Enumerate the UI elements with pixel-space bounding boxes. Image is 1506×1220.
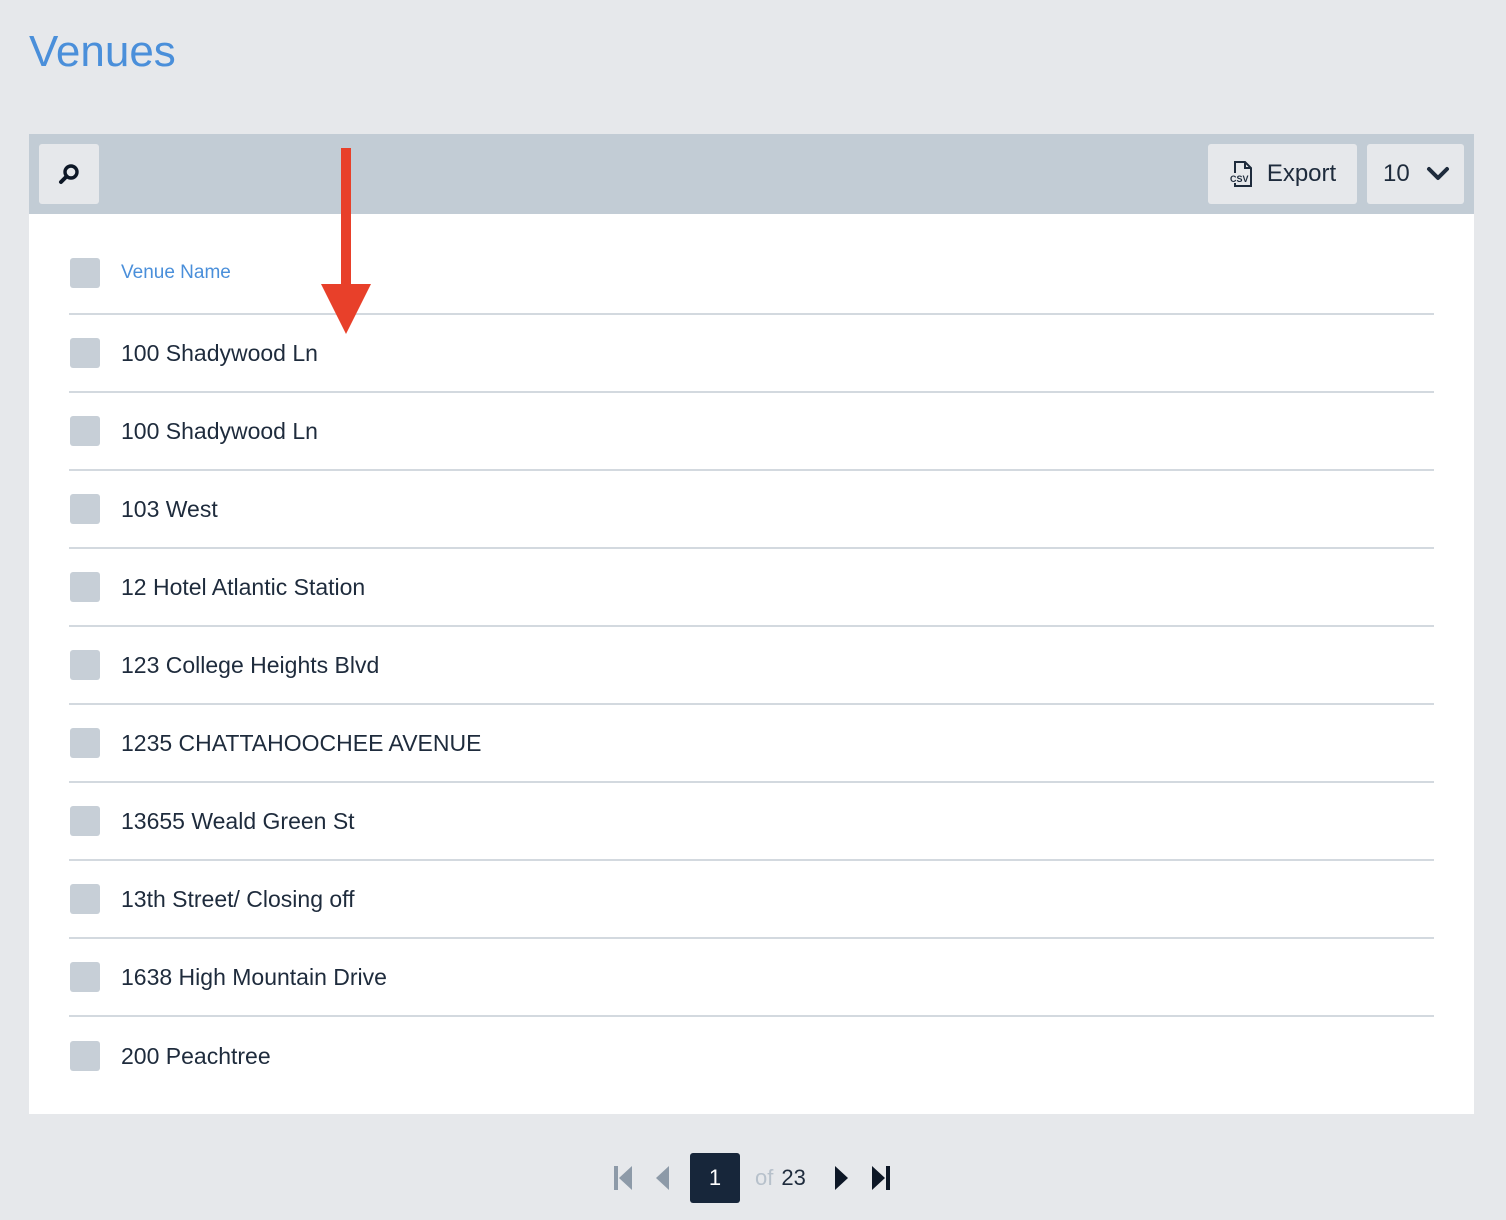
table-row[interactable]: 123 College Heights Blvd <box>69 627 1434 705</box>
row-checkbox[interactable] <box>70 416 100 446</box>
table-row[interactable]: 100 Shadywood Ln <box>69 315 1434 393</box>
last-page-icon <box>872 1166 890 1190</box>
of-label: of <box>755 1165 774 1190</box>
csv-file-icon: CSV <box>1228 161 1252 187</box>
first-page-icon <box>614 1166 632 1190</box>
venue-name-cell: 13th Street/ Closing off <box>121 885 355 912</box>
venue-name-cell: 1638 High Mountain Drive <box>121 963 387 990</box>
arrow-down-icon <box>321 148 371 334</box>
venue-name-cell: 123 College Heights Blvd <box>121 651 380 678</box>
venue-name-column-header[interactable]: Venue Name <box>121 262 231 284</box>
table-row[interactable]: 12 Hotel Atlantic Station <box>69 549 1434 627</box>
venue-name-cell: 1235 CHATTAHOOCHEE AVENUE <box>121 729 482 756</box>
venue-name-cell: 13655 Weald Green St <box>121 807 355 834</box>
last-page-button[interactable] <box>868 1153 894 1203</box>
venue-name-cell: 12 Hotel Atlantic Station <box>121 573 366 600</box>
table-toolbar: CSV Export 10 <box>29 134 1474 214</box>
chevron-down-icon <box>1426 167 1449 180</box>
venue-name-cell: 103 West <box>121 495 218 522</box>
total-pages: 23 <box>781 1165 806 1190</box>
search-button[interactable] <box>39 144 99 204</box>
table-row[interactable]: 1235 CHATTAHOOCHEE AVENUE <box>69 705 1434 783</box>
pagination: 1 of 23 <box>0 1153 1506 1203</box>
page-title: Venues <box>29 27 176 76</box>
row-checkbox[interactable] <box>70 806 100 836</box>
venue-name-cell: 200 Peachtree <box>121 1042 271 1069</box>
row-checkbox[interactable] <box>70 884 100 914</box>
previous-page-button[interactable] <box>652 1153 672 1203</box>
table-row[interactable]: 200 Peachtree <box>69 1017 1434 1095</box>
page-count: of 23 <box>755 1153 806 1203</box>
search-icon <box>59 164 79 184</box>
chevron-right-icon <box>835 1166 848 1190</box>
table-row[interactable]: 103 West <box>69 471 1434 549</box>
current-page[interactable]: 1 <box>690 1153 740 1203</box>
venues-table: Venue Name 100 Shadywood Ln 100 Shadywoo… <box>69 214 1434 1095</box>
first-page-button[interactable] <box>610 1153 636 1203</box>
table-row[interactable]: 13th Street/ Closing off <box>69 861 1434 939</box>
table-row[interactable]: 1638 High Mountain Drive <box>69 939 1434 1017</box>
select-all-checkbox[interactable] <box>70 257 100 288</box>
row-checkbox[interactable] <box>70 338 100 368</box>
rows-per-page-value: 10 <box>1383 160 1410 187</box>
venue-name-cell: 100 Shadywood Ln <box>121 417 318 444</box>
chevron-left-icon <box>656 1166 669 1190</box>
export-button[interactable]: CSV Export <box>1208 144 1357 204</box>
row-checkbox[interactable] <box>70 572 100 602</box>
row-checkbox[interactable] <box>70 962 100 992</box>
table-row[interactable]: 13655 Weald Green St <box>69 783 1434 861</box>
svg-text:CSV: CSV <box>1230 174 1249 184</box>
rows-per-page-select[interactable]: 10 <box>1367 144 1464 204</box>
row-checkbox[interactable] <box>70 728 100 758</box>
export-label: Export <box>1266 160 1337 187</box>
next-page-button[interactable] <box>832 1153 852 1203</box>
venue-name-cell: 100 Shadywood Ln <box>121 339 318 366</box>
row-checkbox[interactable] <box>70 650 100 680</box>
table-row[interactable]: 100 Shadywood Ln <box>69 393 1434 471</box>
row-checkbox[interactable] <box>70 1041 100 1071</box>
row-checkbox[interactable] <box>70 494 100 524</box>
venues-panel: CSV Export 10 Venue Name 100 Shadywood L… <box>29 134 1474 1114</box>
table-header-row: Venue Name <box>69 214 1434 315</box>
